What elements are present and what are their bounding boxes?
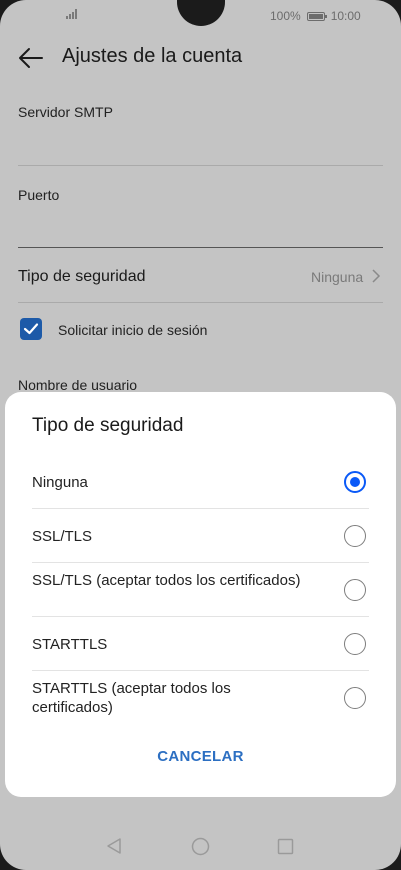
nav-home-icon[interactable] (191, 837, 210, 856)
radio-unselected[interactable] (344, 579, 366, 601)
checkmark-icon (23, 323, 39, 335)
option-starttls[interactable]: STARTTLS (5, 617, 396, 671)
port-field[interactable] (18, 247, 383, 248)
option-label: SSL/TLS (32, 528, 93, 545)
username-label: Nombre de usuario (18, 377, 138, 393)
option-label: SSL/TLS (aceptar todos los certificados) (32, 572, 301, 589)
option-label: STARTTLS (32, 636, 108, 653)
security-type-row-label[interactable]: Tipo de seguridad (18, 268, 146, 286)
port-label: Puerto (18, 187, 60, 203)
security-type-dialog: Tipo de seguridad Ninguna SSL/TLS SSL/TL… (5, 392, 396, 797)
navigation-bar (0, 820, 401, 870)
radio-unselected[interactable] (344, 633, 366, 655)
battery-icon (306, 11, 327, 21)
back-arrow-icon[interactable] (18, 46, 44, 70)
option-ssl-tls-accept-all[interactable]: SSL/TLS (aceptar todos los certificados) (5, 563, 396, 617)
option-none[interactable]: Ninguna (5, 455, 396, 509)
nav-back-icon[interactable] (105, 837, 123, 855)
radio-unselected[interactable] (344, 687, 366, 709)
option-label: STARTTLS (aceptar todos los certificados… (32, 680, 231, 716)
row-divider (18, 302, 383, 303)
app-header: Ajustes de la cuenta (0, 34, 401, 82)
nav-recents-icon[interactable] (277, 838, 294, 855)
signal-icon (66, 9, 80, 19)
camera-notch (177, 0, 225, 26)
battery-percent: 100% (270, 9, 301, 23)
chevron-right-icon (372, 269, 381, 283)
option-ssl-tls[interactable]: SSL/TLS (5, 509, 396, 563)
status-right: 100% 10:00 (270, 9, 361, 23)
require-login-checkbox[interactable] (20, 318, 42, 340)
smtp-server-label: Servidor SMTP (18, 104, 113, 120)
security-type-value: Ninguna (311, 269, 364, 285)
option-label: Ninguna (32, 474, 88, 491)
radio-selected[interactable] (344, 471, 366, 493)
cancel-button[interactable]: CANCELAR (5, 748, 396, 765)
status-bar: 100% 10:00 (0, 0, 401, 34)
clock: 10:00 (330, 9, 361, 23)
phone-screen: 100% 10:00 Ajustes de la cuenta Servidor… (0, 0, 401, 870)
smtp-server-field[interactable] (18, 165, 383, 166)
option-starttls-accept-all[interactable]: STARTTLS (aceptar todos los certificados… (5, 671, 396, 725)
dialog-title: Tipo de seguridad (32, 415, 184, 436)
require-login-label: Solicitar inicio de sesión (58, 322, 208, 338)
page-title: Ajustes de la cuenta (62, 45, 243, 67)
radio-unselected[interactable] (344, 525, 366, 547)
